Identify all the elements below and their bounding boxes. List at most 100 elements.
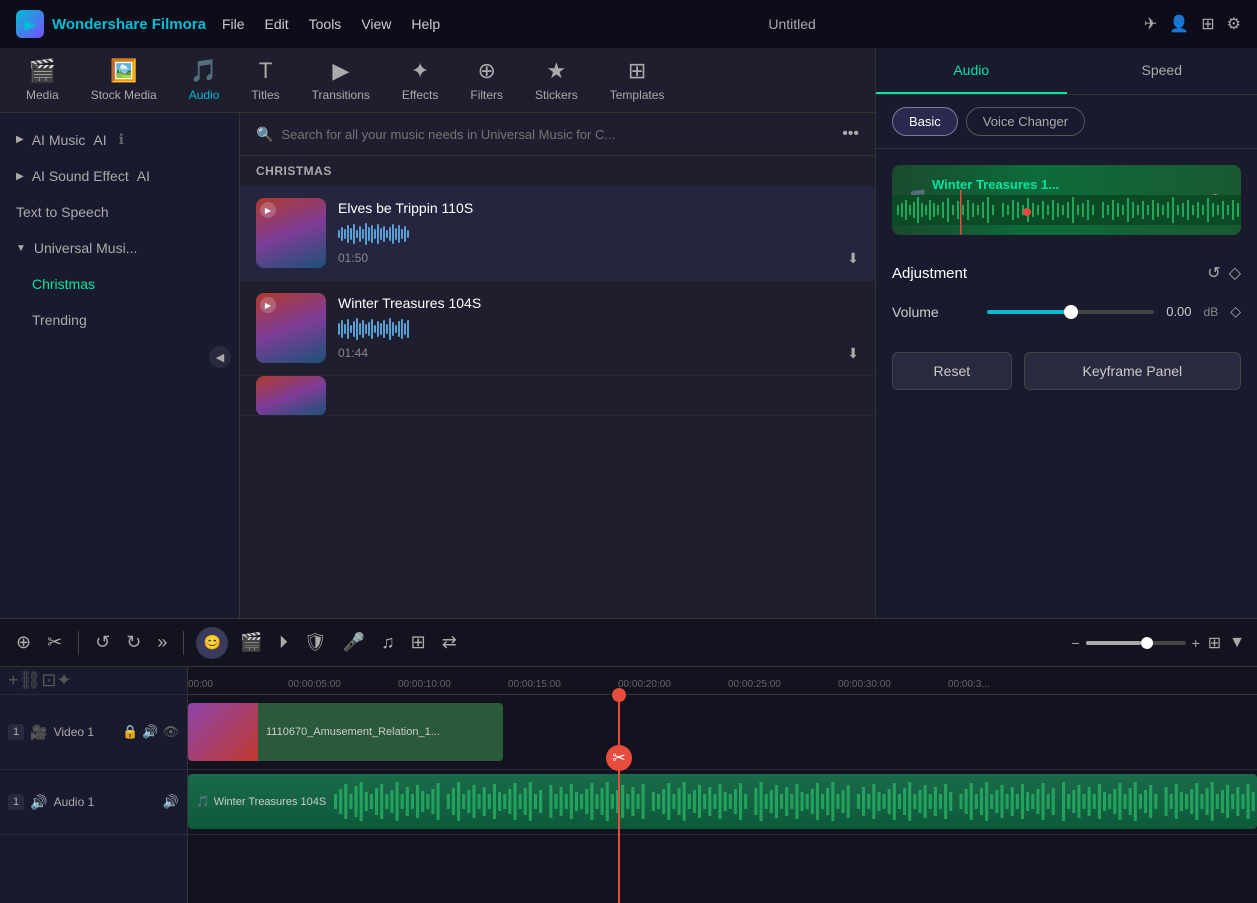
reset-icon[interactable]: ↺: [1207, 263, 1220, 283]
tab-audio[interactable]: Audio: [876, 48, 1067, 94]
toolbar-stickers[interactable]: ★ Stickers: [519, 50, 594, 110]
sidebar-collapse-button[interactable]: ◀: [209, 346, 231, 368]
audio-clip[interactable]: 🎵 Winter Treasures 104S: [188, 774, 1257, 829]
menu-file[interactable]: File: [222, 16, 245, 32]
play-overlay-1: ▶: [260, 202, 276, 218]
share-icon[interactable]: ✈: [1144, 14, 1157, 34]
video-clip[interactable]: 1110670_Amusement_Relation_1...: [188, 703, 503, 761]
zoom-in-icon[interactable]: +: [1192, 635, 1200, 651]
settings-icon[interactable]: ⚙: [1227, 14, 1241, 34]
toolbar-effects[interactable]: ✦ Effects: [386, 50, 454, 110]
swap-button[interactable]: ⇄: [438, 628, 461, 657]
wave-bar: [401, 319, 403, 339]
wave-bar: [374, 229, 376, 239]
sidebar-item-trending[interactable]: Trending: [0, 302, 239, 338]
sidebar-item-christmas[interactable]: Christmas: [0, 266, 239, 302]
more-options-icon[interactable]: •••: [842, 125, 859, 143]
wave-bar: [407, 320, 409, 338]
zoom-out-icon[interactable]: −: [1071, 635, 1079, 651]
crop-button[interactable]: ✂: [43, 628, 66, 657]
wave-bar: [386, 324, 388, 334]
music-thumb-3: [256, 376, 326, 416]
download-icon-2[interactable]: ⬇: [847, 345, 859, 362]
audio-clip-label: 🎵 Winter Treasures 104S: [188, 791, 334, 812]
music-card-3[interactable]: [240, 376, 875, 416]
shield-button[interactable]: 🛡: [300, 628, 331, 657]
video-track-label: Video 1: [54, 725, 94, 739]
timeline-tracks: + ⛓ ⊡ ✦ 1 🎥 Video 1 🔒 🔊 👁 1 🔊 Aud: [0, 667, 1257, 903]
video-mute-button[interactable]: 🔊: [142, 724, 158, 740]
tab-speed[interactable]: Speed: [1067, 48, 1257, 94]
wave-bar: [389, 318, 391, 340]
download-icon-1[interactable]: ⬇: [847, 250, 859, 267]
volume-slider[interactable]: [987, 310, 1154, 314]
ai-sound-label: AI Sound Effect: [32, 168, 129, 184]
media-icon: 🎬: [29, 58, 56, 84]
toolbar-stock-media[interactable]: 🖼️ Stock Media: [75, 50, 173, 110]
keyframe-panel-button[interactable]: Keyframe Panel: [1024, 352, 1241, 390]
thumb-image-2: ▶: [256, 293, 326, 363]
layout-icon[interactable]: ⊞: [1201, 14, 1214, 34]
time-mark-5: 00:00:25:00: [728, 679, 781, 690]
toolbar-filters[interactable]: ⊕ Filters: [454, 50, 519, 110]
more-button[interactable]: »: [153, 628, 171, 657]
wave-bar: [383, 320, 385, 338]
reset-button[interactable]: Reset: [892, 352, 1012, 390]
video-track-number: 1: [8, 724, 24, 740]
sidebar-item-tts[interactable]: Text to Speech: [0, 194, 239, 230]
menu-tools[interactable]: Tools: [309, 16, 342, 32]
plus-track-button[interactable]: ✦: [56, 670, 71, 691]
zoom-fill: [1086, 641, 1141, 645]
music-note-button[interactable]: ♫: [377, 628, 399, 657]
music-card-2[interactable]: ▶ Winter Treasures 104S: [240, 281, 875, 376]
music-card-1[interactable]: ▶ Elves be Trippin 110S: [240, 186, 875, 281]
grid-view-button[interactable]: ⊞: [1208, 633, 1221, 653]
wave-bar: [389, 227, 391, 241]
redo-button[interactable]: ↻: [122, 628, 145, 657]
subtab-basic[interactable]: Basic: [892, 107, 958, 136]
mic-button[interactable]: 🎤: [339, 628, 369, 657]
subtab-voice-changer[interactable]: Voice Changer: [966, 107, 1085, 136]
chevron-button[interactable]: ▼: [1229, 634, 1245, 652]
video-lock-button[interactable]: 🔒: [122, 724, 138, 740]
volume-value: 0.00: [1166, 304, 1191, 319]
face-retouch-button[interactable]: 😊: [196, 627, 228, 659]
wave-bar: [392, 322, 394, 336]
toolbar-audio[interactable]: 🎵 Audio: [173, 50, 236, 110]
sidebar-item-ai-sound[interactable]: ▶ AI Sound Effect AI: [0, 158, 239, 194]
toolbar-titles[interactable]: T Titles: [235, 50, 295, 110]
time-mark-6: 00:00:30:00: [838, 679, 891, 690]
duration-value-2: 01:44: [338, 346, 368, 360]
account-icon[interactable]: 👤: [1169, 14, 1189, 34]
video-hide-button[interactable]: 👁: [162, 724, 179, 740]
sidebar-item-universal[interactable]: ▼ Universal Musi...: [0, 230, 239, 266]
menu-view[interactable]: View: [361, 16, 391, 32]
volume-keyframe-icon[interactable]: ◇: [1230, 303, 1241, 320]
caption-button[interactable]: ⊞: [407, 628, 430, 657]
menu-edit[interactable]: Edit: [265, 16, 289, 32]
track-headers: + ⛓ ⊡ ✦ 1 🎥 Video 1 🔒 🔊 👁 1 🔊 Aud: [0, 667, 188, 903]
sidebar-item-ai-music[interactable]: ▶ AI Music AI ℹ: [0, 121, 239, 158]
timeline-toolbar: ⊕ ✂ ↺ ↻ » 😊 🎬 ⏵ 🛡 🎤 ♫ ⊞ ⇄ − + ⊞ ▼: [0, 619, 1257, 667]
play-button[interactable]: ⏵: [275, 628, 292, 657]
search-input[interactable]: [281, 127, 834, 142]
diamond-icon[interactable]: ◇: [1229, 263, 1241, 283]
link-track-button[interactable]: ⛓: [19, 670, 42, 691]
subtitle-button[interactable]: ⊡: [41, 670, 56, 691]
time-mark-0: 00:00: [188, 679, 213, 690]
split-button[interactable]: ⊕: [12, 628, 35, 657]
audio-waveform-svg: [892, 185, 1241, 235]
toolbar-templates[interactable]: ⊞ Templates: [594, 50, 681, 110]
toolbar-transitions[interactable]: ▶ Transitions: [296, 50, 386, 110]
audio-mute-button[interactable]: 🔊: [163, 794, 179, 810]
motion-button[interactable]: 🎬: [236, 628, 266, 657]
zoom-track[interactable]: [1086, 641, 1186, 645]
media-label: Media: [26, 88, 59, 102]
menu-help[interactable]: Help: [411, 16, 440, 32]
toolbar-media[interactable]: 🎬 Media: [10, 50, 75, 110]
wave-bar: [383, 226, 385, 242]
add-track-button-1[interactable]: +: [8, 670, 19, 691]
undo-button[interactable]: ↺: [91, 628, 114, 657]
track-lanes: 1110670_Amusement_Relation_1... 🎵 Winter…: [188, 695, 1257, 903]
video-lane: 1110670_Amusement_Relation_1...: [188, 695, 1257, 770]
